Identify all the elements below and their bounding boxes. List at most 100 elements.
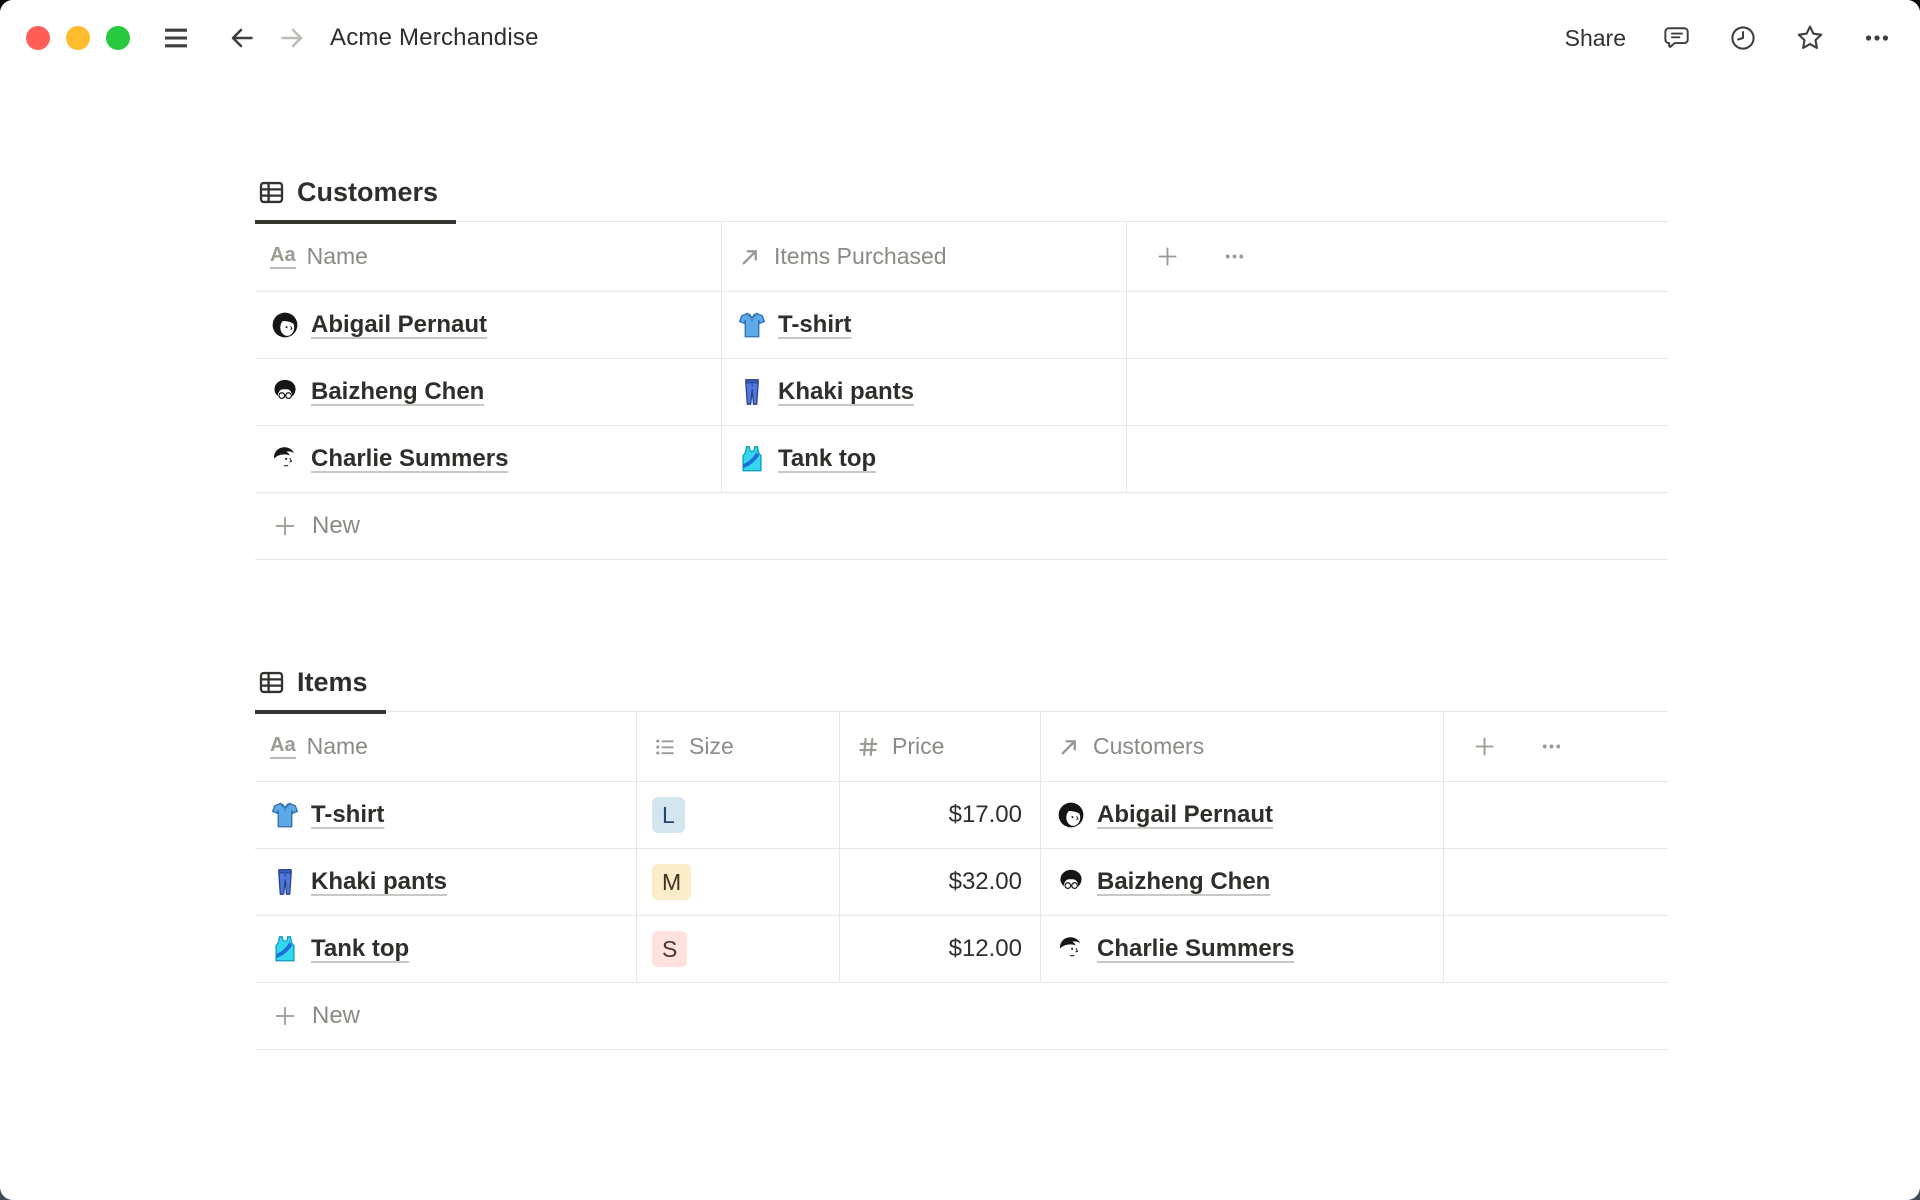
empty-cell	[1443, 782, 1668, 849]
column-header-name[interactable]: Aa Name	[255, 712, 636, 782]
sidebar-menu-icon[interactable]	[160, 22, 192, 54]
table-options-icon[interactable]	[1221, 243, 1248, 270]
tab-label: Items	[297, 666, 368, 697]
tab-customers[interactable]: Customers	[255, 176, 457, 224]
tanktop-icon	[737, 444, 767, 474]
column-label: Size	[689, 733, 734, 759]
customer-relation-cell[interactable]: Abigail Pernaut	[1040, 782, 1443, 849]
price-cell[interactable]: $12.00	[839, 916, 1040, 983]
customer-name-cell[interactable]: Abigail Pernaut	[255, 292, 721, 359]
items-purchased-cell[interactable]: Khaki pants	[721, 359, 1126, 426]
customers-view-tabs: Customers	[255, 168, 1668, 224]
items-header-tools	[1443, 712, 1668, 782]
new-row-button[interactable]: New	[255, 983, 1668, 1050]
close-window-button[interactable]	[26, 26, 50, 50]
table-row: Baizheng Chen Khaki pants	[255, 359, 1668, 426]
customers-header-tools	[1126, 222, 1668, 292]
text-property-icon: Aa	[270, 735, 296, 759]
item-page-link[interactable]: T-shirt	[311, 801, 384, 829]
item-page-link[interactable]: Khaki pants	[778, 378, 914, 406]
add-property-icon[interactable]	[1471, 733, 1498, 760]
items-purchased-cell[interactable]: Tank top	[721, 426, 1126, 493]
tshirt-icon	[737, 310, 767, 340]
empty-cell	[1443, 916, 1668, 983]
item-name-cell[interactable]: T-shirt	[255, 782, 636, 849]
customers-database: Customers Aa Name Items Purchased Abigai…	[255, 168, 1668, 560]
price-cell[interactable]: $32.00	[839, 849, 1040, 916]
page-title[interactable]: Acme Merchandise	[330, 24, 539, 52]
tab-label: Customers	[297, 176, 439, 207]
table-row: Charlie Summers Tank top	[255, 426, 1668, 493]
customer-page-link[interactable]: Baizheng Chen	[1097, 868, 1270, 896]
charlie-avatar	[1056, 934, 1086, 964]
back-icon[interactable]	[226, 22, 258, 54]
size-badge[interactable]: S	[652, 931, 688, 967]
column-label: Name	[306, 733, 368, 759]
tshirt-icon	[270, 800, 300, 830]
size-cell[interactable]: L	[636, 782, 839, 849]
zoom-window-button[interactable]	[106, 26, 130, 50]
new-row-label: New	[312, 512, 361, 539]
item-page-link[interactable]: Tank top	[311, 935, 409, 963]
size-badge[interactable]: L	[652, 797, 685, 833]
share-button[interactable]: Share	[1565, 25, 1626, 52]
customer-page-link[interactable]: Charlie Summers	[311, 445, 508, 473]
item-page-link[interactable]: Khaki pants	[311, 868, 447, 896]
history-clock-icon[interactable]	[1728, 23, 1758, 53]
app-window: Acme Merchandise Share Customers Aa Name	[0, 0, 1920, 1200]
plus-icon	[271, 512, 299, 540]
baizheng-avatar	[1056, 867, 1086, 897]
size-cell[interactable]: S	[636, 916, 839, 983]
table-options-icon[interactable]	[1538, 733, 1565, 760]
table-row: Tank top S $12.00 Charlie Summers	[255, 916, 1668, 983]
forward-icon[interactable]	[276, 22, 308, 54]
charlie-avatar	[270, 444, 300, 474]
empty-cell	[1126, 426, 1668, 493]
traffic-lights	[26, 26, 130, 50]
customer-relation-cell[interactable]: Charlie Summers	[1040, 916, 1443, 983]
customer-page-link[interactable]: Abigail Pernaut	[311, 311, 487, 339]
price-cell[interactable]: $17.00	[839, 782, 1040, 849]
customer-page-link[interactable]: Charlie Summers	[1097, 935, 1294, 963]
number-icon	[855, 734, 881, 760]
abigail-avatar	[1056, 800, 1086, 830]
item-page-link[interactable]: Tank top	[778, 445, 876, 473]
table-icon	[257, 668, 286, 697]
size-badge[interactable]: M	[652, 864, 692, 900]
item-name-cell[interactable]: Tank top	[255, 916, 636, 983]
item-name-cell[interactable]: Khaki pants	[255, 849, 636, 916]
empty-cell	[1443, 849, 1668, 916]
customer-page-link[interactable]: Abigail Pernaut	[1097, 801, 1273, 829]
top-bar-left: Acme Merchandise	[26, 0, 539, 76]
plus-icon	[271, 1002, 299, 1030]
baizheng-avatar	[270, 377, 300, 407]
column-header-customers[interactable]: Customers	[1040, 712, 1443, 782]
table-icon	[257, 178, 286, 207]
customers-header-row: Aa Name Items Purchased	[255, 222, 1668, 292]
table-row: T-shirt L $17.00 Abigail Pernaut	[255, 782, 1668, 849]
column-header-items-purchased[interactable]: Items Purchased	[721, 222, 1126, 292]
top-bar-right: Share	[1565, 0, 1892, 76]
column-header-price[interactable]: Price	[839, 712, 1040, 782]
column-label: Name	[306, 243, 368, 269]
comment-icon[interactable]	[1662, 23, 1692, 53]
customer-page-link[interactable]: Baizheng Chen	[311, 378, 484, 406]
new-row-label: New	[312, 1002, 361, 1029]
pants-icon	[270, 867, 300, 897]
size-cell[interactable]: M	[636, 849, 839, 916]
items-purchased-cell[interactable]: T-shirt	[721, 292, 1126, 359]
customer-name-cell[interactable]: Baizheng Chen	[255, 359, 721, 426]
customer-name-cell[interactable]: Charlie Summers	[255, 426, 721, 493]
column-header-size[interactable]: Size	[636, 712, 839, 782]
star-icon[interactable]	[1794, 22, 1826, 54]
more-icon[interactable]	[1862, 23, 1892, 53]
item-page-link[interactable]: T-shirt	[778, 311, 851, 339]
minimize-window-button[interactable]	[66, 26, 90, 50]
empty-cell	[1126, 359, 1668, 426]
items-view-tabs: Items	[255, 658, 1668, 714]
add-property-icon[interactable]	[1154, 243, 1181, 270]
tab-items[interactable]: Items	[255, 667, 386, 714]
new-row-button[interactable]: New	[255, 493, 1668, 560]
customer-relation-cell[interactable]: Baizheng Chen	[1040, 849, 1443, 916]
column-header-name[interactable]: Aa Name	[255, 222, 721, 292]
